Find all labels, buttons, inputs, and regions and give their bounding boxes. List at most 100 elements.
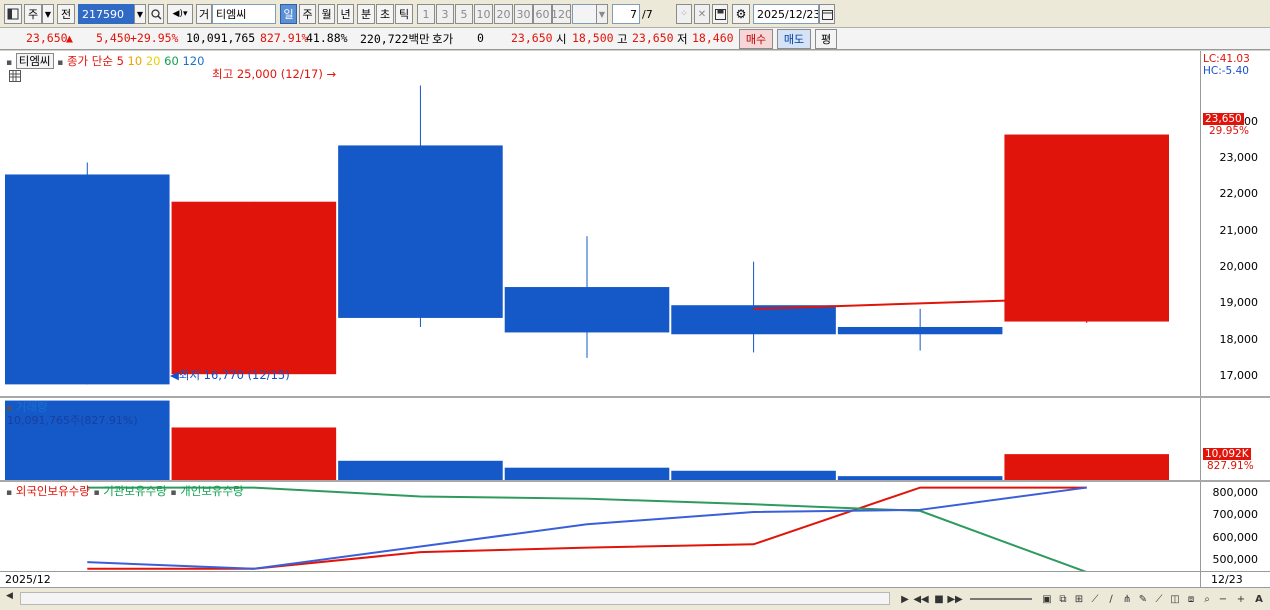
ma-period-60[interactable]: 60: [161, 54, 179, 68]
ma-period-10[interactable]: 10: [124, 54, 143, 68]
low-price: 18,460: [692, 31, 734, 45]
play-icon[interactable]: ▶: [898, 592, 912, 606]
interval-20-button[interactable]: 20: [494, 4, 513, 24]
tab-tick[interactable]: 틱: [395, 4, 413, 24]
prev-button[interactable]: 전: [57, 4, 75, 24]
interval-10-button[interactable]: 10: [474, 4, 493, 24]
stock-name-field[interactable]: 티엠씨: [212, 4, 276, 24]
trade-amount: 220,722백만: [360, 32, 430, 46]
count-total: /7: [642, 8, 653, 21]
tab-month[interactable]: 월: [318, 4, 335, 24]
interval-dropdown-icon[interactable]: ▼: [596, 4, 608, 24]
open-label: 시: [556, 32, 567, 46]
volume-bar: [671, 470, 836, 480]
ma-period-20[interactable]: 20: [142, 54, 161, 68]
minus-icon[interactable]: −: [1216, 592, 1230, 606]
trend-icon[interactable]: ⟋: [1152, 592, 1166, 606]
crosshair-icon[interactable]: ✕: [694, 4, 710, 24]
interval-30-button[interactable]: 30: [514, 4, 533, 24]
toolbar: 주 ▼ 전 217590 ▼ ◀)▾ 거 티엠씨 일 주 월 년 분 초 틱 1…: [0, 0, 1270, 28]
line-tool-icon[interactable]: ∕: [1104, 592, 1118, 606]
turnover-rate: 41.88%: [306, 31, 348, 45]
price-tick-label: 20,000: [1219, 260, 1259, 274]
legend-individual[interactable]: 개인보유수량: [180, 484, 243, 498]
export-icon[interactable]: ⧈: [1184, 592, 1198, 606]
price-tick-label: 21,000: [1219, 223, 1259, 237]
volume-note: 10,091,765주(827.91%): [7, 414, 138, 427]
candle-body: [5, 174, 170, 385]
bottom-toolbar: ◀ ▶ ◀◀ ■ ▶▶ ▣ ⧉ ⊞ ⟋ ∕ ⋔ ✎ ⟋ ◫ ⧈ ⌕ − + A: [0, 587, 1270, 610]
dots-icon[interactable]: ⁘: [676, 4, 692, 24]
rewind-icon[interactable]: ◀◀: [913, 592, 928, 606]
layout-icon[interactable]: [4, 4, 22, 24]
scroll-left-icon[interactable]: ◀: [6, 591, 18, 605]
sell-button[interactable]: 매도: [777, 29, 811, 49]
low-annotation: ◀최저 16,770 (12/15): [170, 368, 290, 382]
interval-60-button[interactable]: 60: [533, 4, 552, 24]
ma-label[interactable]: 종가 단순: [67, 54, 113, 68]
fork-icon[interactable]: ⋔: [1120, 592, 1134, 606]
legend-foreign[interactable]: 외국인보유수량: [16, 484, 90, 498]
zoom-slider[interactable]: [970, 598, 1032, 600]
ma-period-5[interactable]: 5: [117, 54, 124, 68]
tab-day[interactable]: 일: [280, 4, 297, 24]
volume-panel: ▪ 거래량 10,091,765주(827.91%): [4, 398, 1200, 480]
right-arrow-icon: →: [326, 67, 337, 81]
price-tick-label: 18,000: [1219, 332, 1259, 346]
volume-bar: [338, 460, 503, 480]
plus-icon[interactable]: +: [1234, 592, 1248, 606]
stock-code-input[interactable]: 217590: [78, 4, 134, 24]
interval-120-button[interactable]: 120: [552, 4, 571, 24]
ma-periods: 5 10 20 60 120: [117, 54, 205, 68]
volume-ratio: 827.91%: [260, 31, 309, 45]
current-price: 23,650: [26, 31, 68, 45]
chart-icon[interactable]: ◫: [1168, 592, 1182, 606]
split-icon[interactable]: ▣: [1040, 592, 1054, 606]
chevron-down-icon[interactable]: ▼: [42, 4, 54, 24]
stock-tag[interactable]: 티엠씨: [15, 53, 54, 69]
stop-icon[interactable]: ■: [932, 592, 946, 606]
fast-forward-icon[interactable]: ▶▶: [947, 592, 962, 606]
interval-5-button[interactable]: 5: [455, 4, 473, 24]
grid-toggle-icon[interactable]: [9, 70, 21, 82]
code-dropdown-icon[interactable]: ▼: [134, 4, 146, 24]
individual-holdings-line: [87, 486, 1087, 570]
count-input[interactable]: 7: [612, 4, 640, 24]
tab-minute[interactable]: 분: [357, 4, 375, 24]
buy-button[interactable]: 매수: [739, 29, 773, 49]
calendar-icon[interactable]: [819, 4, 835, 24]
window-icon[interactable]: ⧉: [1056, 592, 1070, 606]
avg-button[interactable]: 평: [815, 29, 837, 49]
period-unit-button[interactable]: 주: [24, 4, 42, 24]
panel-menu-icon[interactable]: ▪: [6, 58, 12, 68]
holdings-tick-label: 600,000: [1212, 530, 1259, 544]
candle-body: [837, 327, 1003, 335]
interval-3-button[interactable]: 3: [436, 4, 454, 24]
speaker-icon[interactable]: ◀)▾: [167, 4, 193, 24]
font-size-icon[interactable]: A: [1252, 592, 1266, 606]
tab-year[interactable]: 년: [337, 4, 354, 24]
pen-icon[interactable]: ✎: [1136, 592, 1150, 606]
legend-institution[interactable]: 기관보유수량: [103, 484, 166, 498]
horizontal-scrollbar[interactable]: [20, 592, 890, 605]
zoom-icon[interactable]: ⌕: [1200, 592, 1214, 606]
ma-period-120[interactable]: 120: [179, 54, 204, 68]
date-input[interactable]: 2025/12/23: [753, 4, 819, 24]
gear-icon[interactable]: ⚙: [732, 4, 750, 24]
hoga-value: 0: [477, 31, 484, 45]
volume-bar: [504, 467, 670, 480]
quote-bar: 23,650 ▲ 5,450 +29.95% 10,091,765 827.91…: [0, 28, 1270, 50]
price-tick-label: 23,000: [1219, 151, 1259, 165]
x-axis-end-label: 12/23: [1211, 573, 1243, 586]
tab-week[interactable]: 주: [299, 4, 316, 24]
holdings-legend: ▪ 외국인보유수량 ▪ 기관보유수량 ▪ 개인보유수량: [6, 484, 244, 498]
price-tick-label: 17,000: [1219, 369, 1259, 383]
search-icon[interactable]: [148, 4, 164, 24]
save-icon[interactable]: [712, 4, 728, 24]
price-tick-label: 22,000: [1219, 187, 1259, 201]
draw-icon[interactable]: ⟋: [1088, 592, 1102, 606]
tab-second[interactable]: 초: [376, 4, 394, 24]
interval-1-button[interactable]: 1: [417, 4, 435, 24]
price-panel: ▪ 티엠씨 ▪ 종가 단순 5 10 20 60 120 최고 25,000 (…: [4, 51, 1200, 396]
grid-icon[interactable]: ⊞: [1072, 592, 1086, 606]
